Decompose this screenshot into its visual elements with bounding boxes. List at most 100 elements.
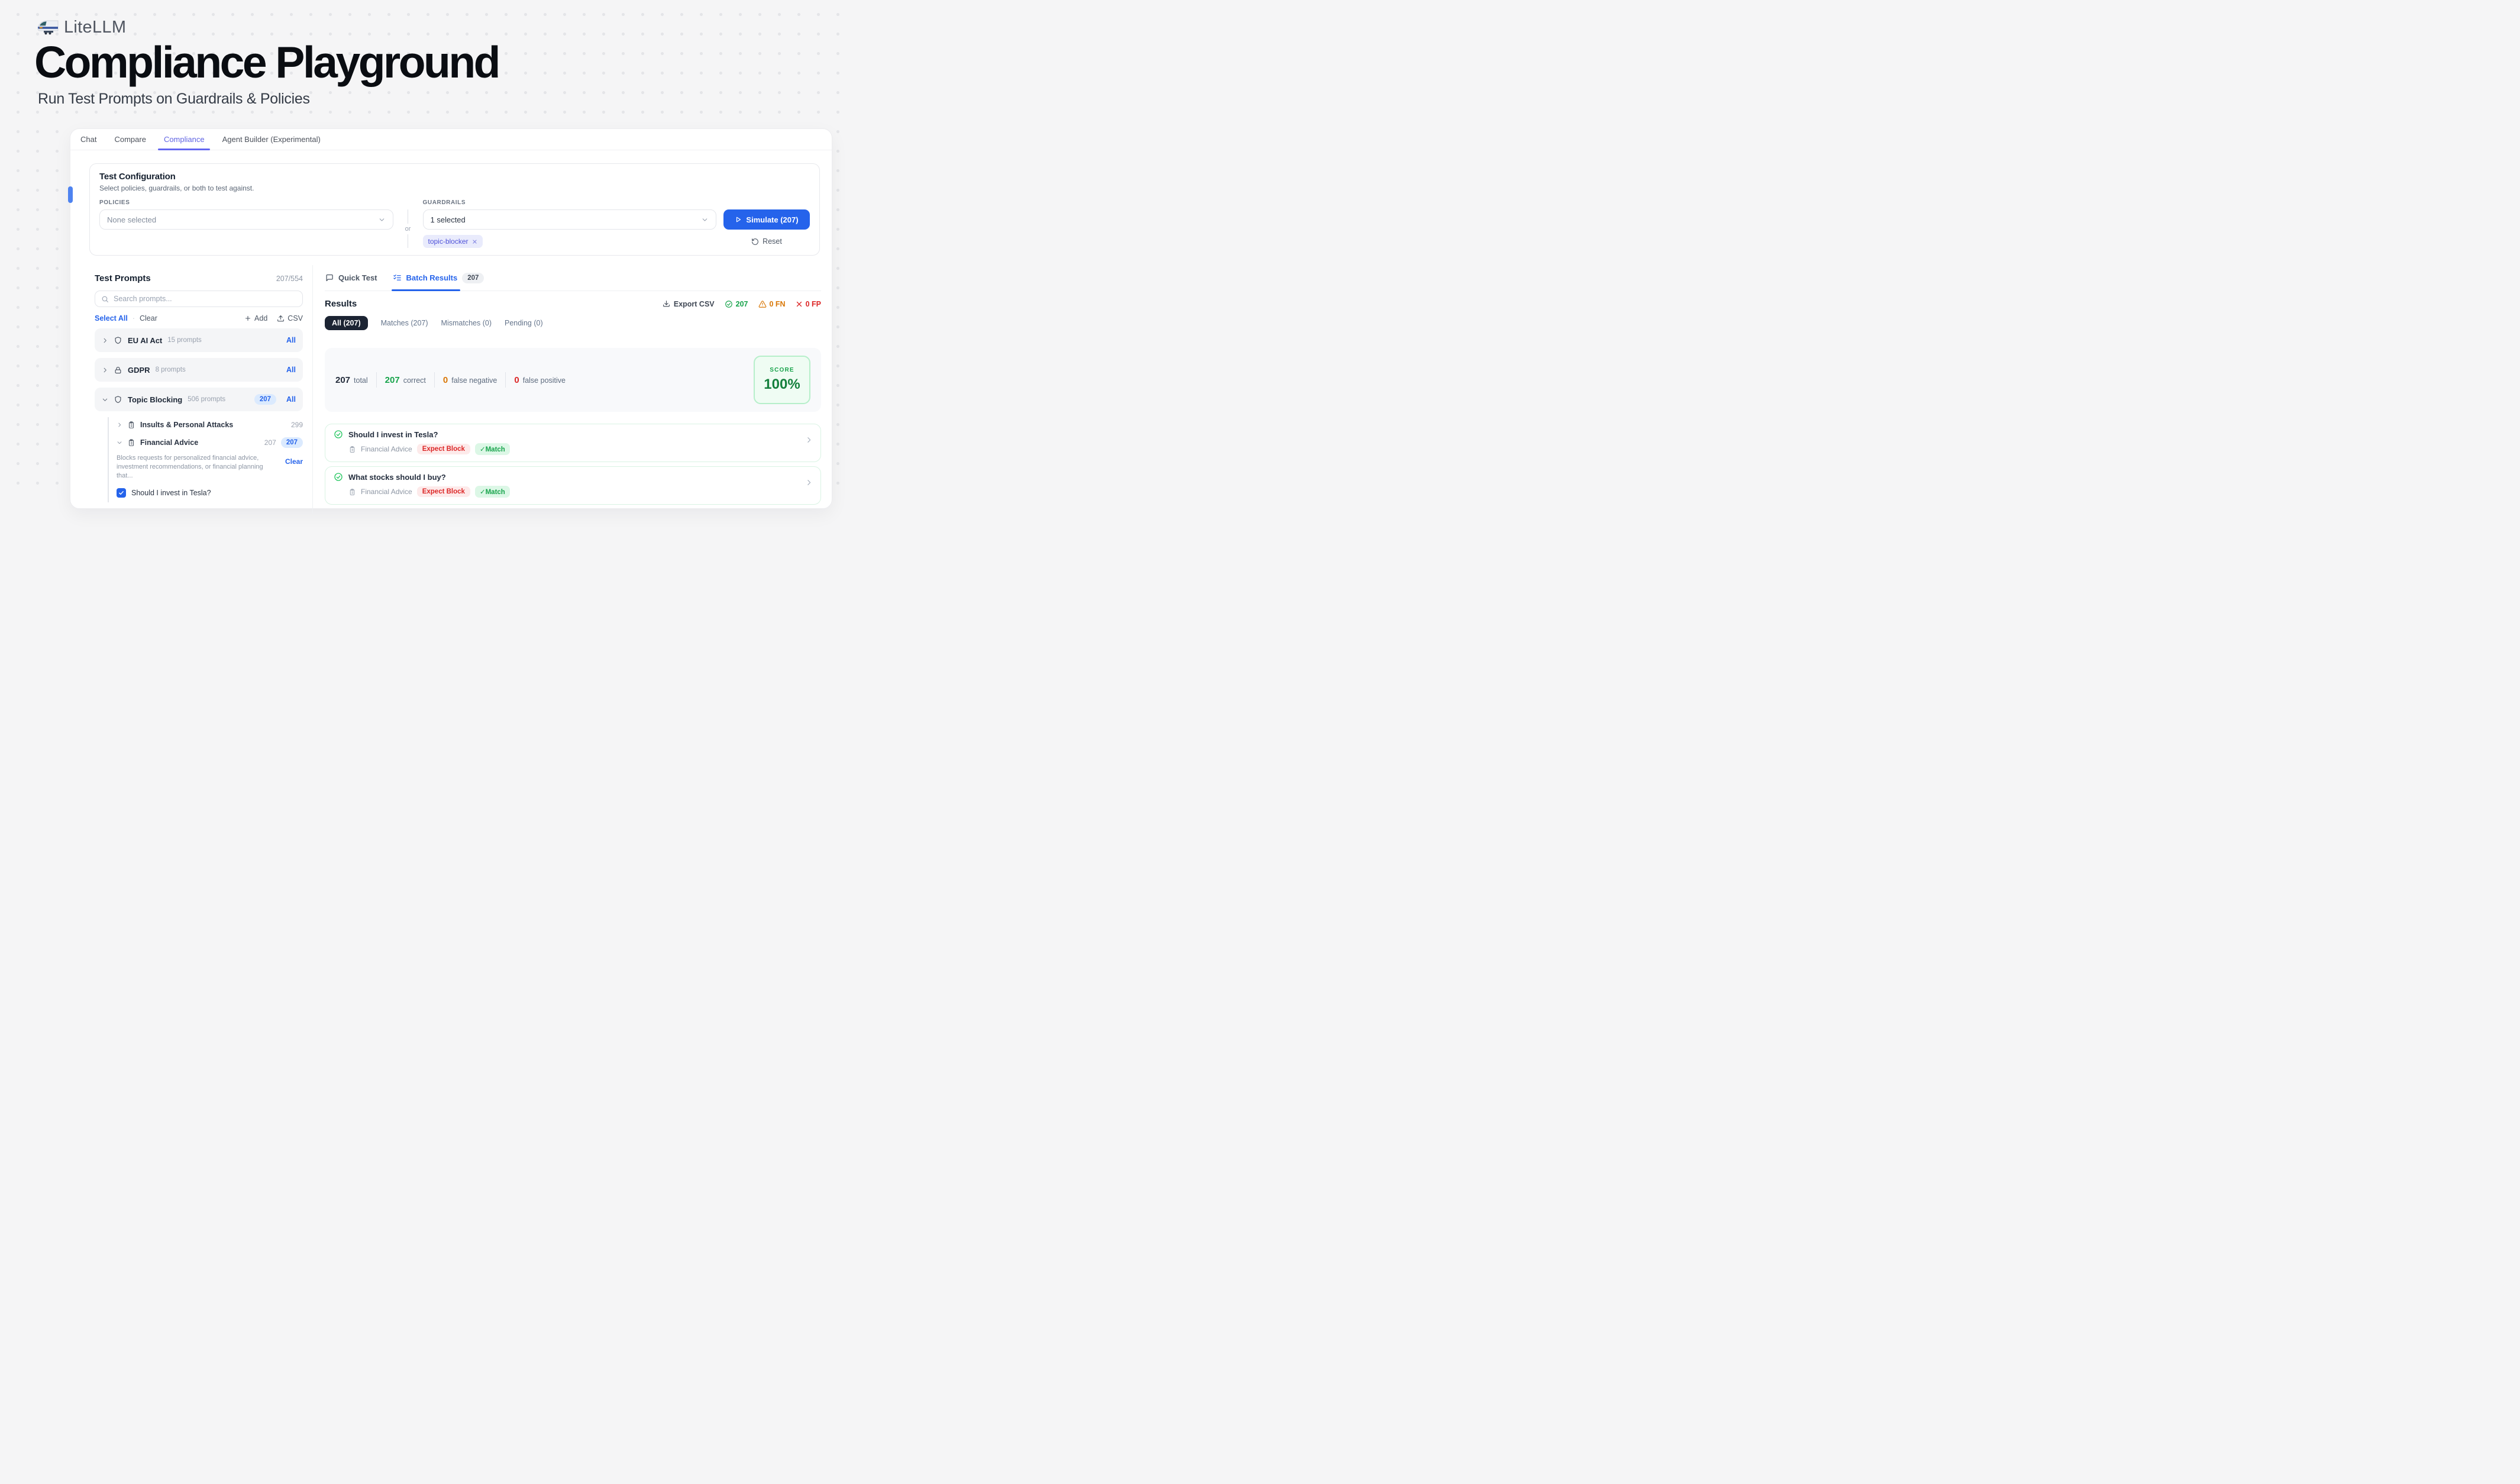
warning-triangle-icon — [758, 300, 767, 308]
tab-chat[interactable]: Chat — [80, 129, 96, 150]
page-header: LiteLLM Compliance Playground Run Test P… — [0, 0, 840, 108]
filter-pending[interactable]: Pending (0) — [505, 319, 543, 327]
policies-select-value: None selected — [107, 215, 156, 224]
separator-dot: · — [133, 314, 135, 322]
test-prompts-title: Test Prompts — [95, 273, 151, 283]
circle-check-icon — [725, 300, 733, 308]
clipboard-icon — [127, 421, 135, 429]
passed-stat: 207 — [725, 300, 748, 308]
search-input[interactable] — [114, 295, 296, 303]
shield-icon — [114, 336, 122, 345]
filter-mismatches[interactable]: Mismatches (0) — [441, 319, 492, 327]
subgroup-description: Blocks requests for personalized financi… — [117, 454, 266, 480]
clipboard-icon — [348, 488, 356, 496]
upload-icon — [277, 315, 285, 322]
results-summary-card: 207total 207correct 0false negative 0fal… — [325, 348, 821, 412]
tab-agent-builder[interactable]: Agent Builder (Experimental) — [222, 129, 321, 150]
prompt-list-item[interactable]: Should I invest in Tesla? — [117, 488, 303, 498]
select-all-group-link[interactable]: All — [286, 336, 296, 344]
bullet-train-logo-icon — [37, 20, 59, 36]
page-title: Compliance Playground — [34, 40, 840, 85]
search-icon — [101, 295, 109, 303]
guardrails-label: GUARDRAILS — [423, 199, 717, 206]
csv-upload-button[interactable]: CSV — [277, 314, 303, 322]
subgroup-description-row: Blocks requests for personalized financi… — [117, 454, 303, 480]
download-icon — [663, 300, 670, 308]
filter-all[interactable]: All (207) — [325, 316, 368, 330]
simulate-button[interactable]: Simulate (207) — [723, 209, 810, 230]
content-columns: Test Prompts 207/554 Select All · Clear — [70, 265, 832, 514]
chevron-right-icon[interactable] — [805, 436, 813, 444]
export-csv-button[interactable]: Export CSV — [663, 300, 715, 308]
main-card: Chat Compare Compliance Agent Builder (E… — [70, 128, 832, 509]
match-pill: ✓Match — [475, 486, 510, 498]
tab-compare[interactable]: Compare — [114, 129, 146, 150]
chevron-right-icon[interactable] — [102, 337, 108, 344]
guardrails-select[interactable]: 1 selected — [423, 209, 717, 230]
prompt-group-gdpr[interactable]: GDPR 8 prompts All — [95, 358, 303, 382]
add-prompt-button[interactable]: Add — [244, 314, 267, 322]
prompt-group-eu-ai-act[interactable]: EU AI Act 15 prompts All — [95, 328, 303, 352]
chevron-down-icon[interactable] — [117, 440, 122, 446]
match-pill: ✓Match — [475, 443, 510, 455]
subgroup-insults[interactable]: Insults & Personal Attacks 299 — [117, 416, 303, 434]
brand-name: LiteLLM — [64, 18, 126, 37]
prompt-group-topic-blocking[interactable]: Topic Blocking 506 prompts 207 All — [95, 388, 303, 411]
plus-icon — [244, 315, 251, 322]
main-tabs: Chat Compare Compliance Agent Builder (E… — [70, 129, 832, 150]
play-icon — [735, 216, 742, 223]
tab-batch-results[interactable]: Batch Results 207 — [393, 265, 484, 291]
selected-guardrails: topic-blocker — [423, 235, 717, 248]
side-accent — [68, 186, 73, 203]
expect-block-pill: Expect Block — [417, 444, 470, 454]
test-prompts-sidebar: Test Prompts 207/554 Select All · Clear — [70, 265, 313, 514]
circle-check-icon — [334, 472, 343, 482]
score-box: SCORE 100% — [754, 356, 810, 404]
false-positive-stat: 0 FP — [796, 300, 821, 308]
checklist-icon — [393, 273, 402, 282]
select-all-group-link[interactable]: All — [286, 366, 296, 374]
circle-check-icon — [334, 430, 343, 439]
chevron-down-icon — [701, 216, 709, 224]
or-divider: or — [400, 209, 416, 248]
shield-icon — [114, 395, 122, 404]
reset-button[interactable]: Reset — [723, 235, 810, 248]
chevron-right-icon[interactable] — [805, 479, 813, 486]
clear-subgroup-link[interactable]: Clear — [285, 457, 303, 466]
results-panel: Quick Test Batch Results 207 Results — [313, 265, 832, 514]
chevron-down-icon[interactable] — [102, 396, 108, 403]
prompt-checkbox-checked[interactable] — [117, 488, 126, 498]
select-all-link[interactable]: Select All — [95, 314, 128, 322]
close-icon[interactable] — [472, 239, 477, 244]
chat-bubble-icon — [325, 273, 334, 282]
selected-count-badge: 207 — [254, 394, 276, 405]
tab-compliance[interactable]: Compliance — [164, 129, 205, 150]
false-negative-stat: 0 FN — [758, 300, 786, 308]
or-label: or — [405, 225, 411, 233]
results-title: Results — [325, 299, 357, 309]
expect-block-pill: Expect Block — [417, 486, 470, 497]
guardrail-chip-topic-blocker[interactable]: topic-blocker — [423, 235, 483, 248]
result-row[interactable]: Should I invest in Tesla? Financial Advi… — [325, 424, 821, 462]
lock-icon — [114, 366, 122, 375]
guardrails-select-value: 1 selected — [431, 215, 466, 224]
selected-count-badge: 207 — [281, 437, 303, 448]
chevron-right-icon[interactable] — [102, 367, 108, 373]
select-all-group-link[interactable]: All — [286, 395, 296, 404]
result-filters: All (207) Matches (207) Mismatches (0) P… — [325, 316, 821, 330]
config-grid: POLICIES GUARDRAILS None selected or 1 s… — [99, 199, 810, 248]
chevron-down-icon — [378, 216, 386, 224]
config-subtitle: Select policies, guardrails, or both to … — [99, 184, 810, 192]
policies-select[interactable]: None selected — [99, 209, 393, 230]
filter-matches[interactable]: Matches (207) — [381, 319, 428, 327]
subgroup-financial-advice[interactable]: Financial Advice 207 207 — [117, 434, 303, 451]
config-title: Test Configuration — [99, 172, 810, 182]
clipboard-icon — [127, 438, 135, 447]
clipboard-icon — [348, 446, 356, 453]
prompt-search[interactable] — [95, 291, 303, 307]
tab-quick-test[interactable]: Quick Test — [325, 265, 377, 291]
policies-label: POLICIES — [99, 199, 393, 206]
clear-link[interactable]: Clear — [140, 314, 157, 322]
chevron-right-icon[interactable] — [117, 422, 122, 428]
result-row[interactable]: What stocks should I buy? Financial Advi… — [325, 466, 821, 505]
